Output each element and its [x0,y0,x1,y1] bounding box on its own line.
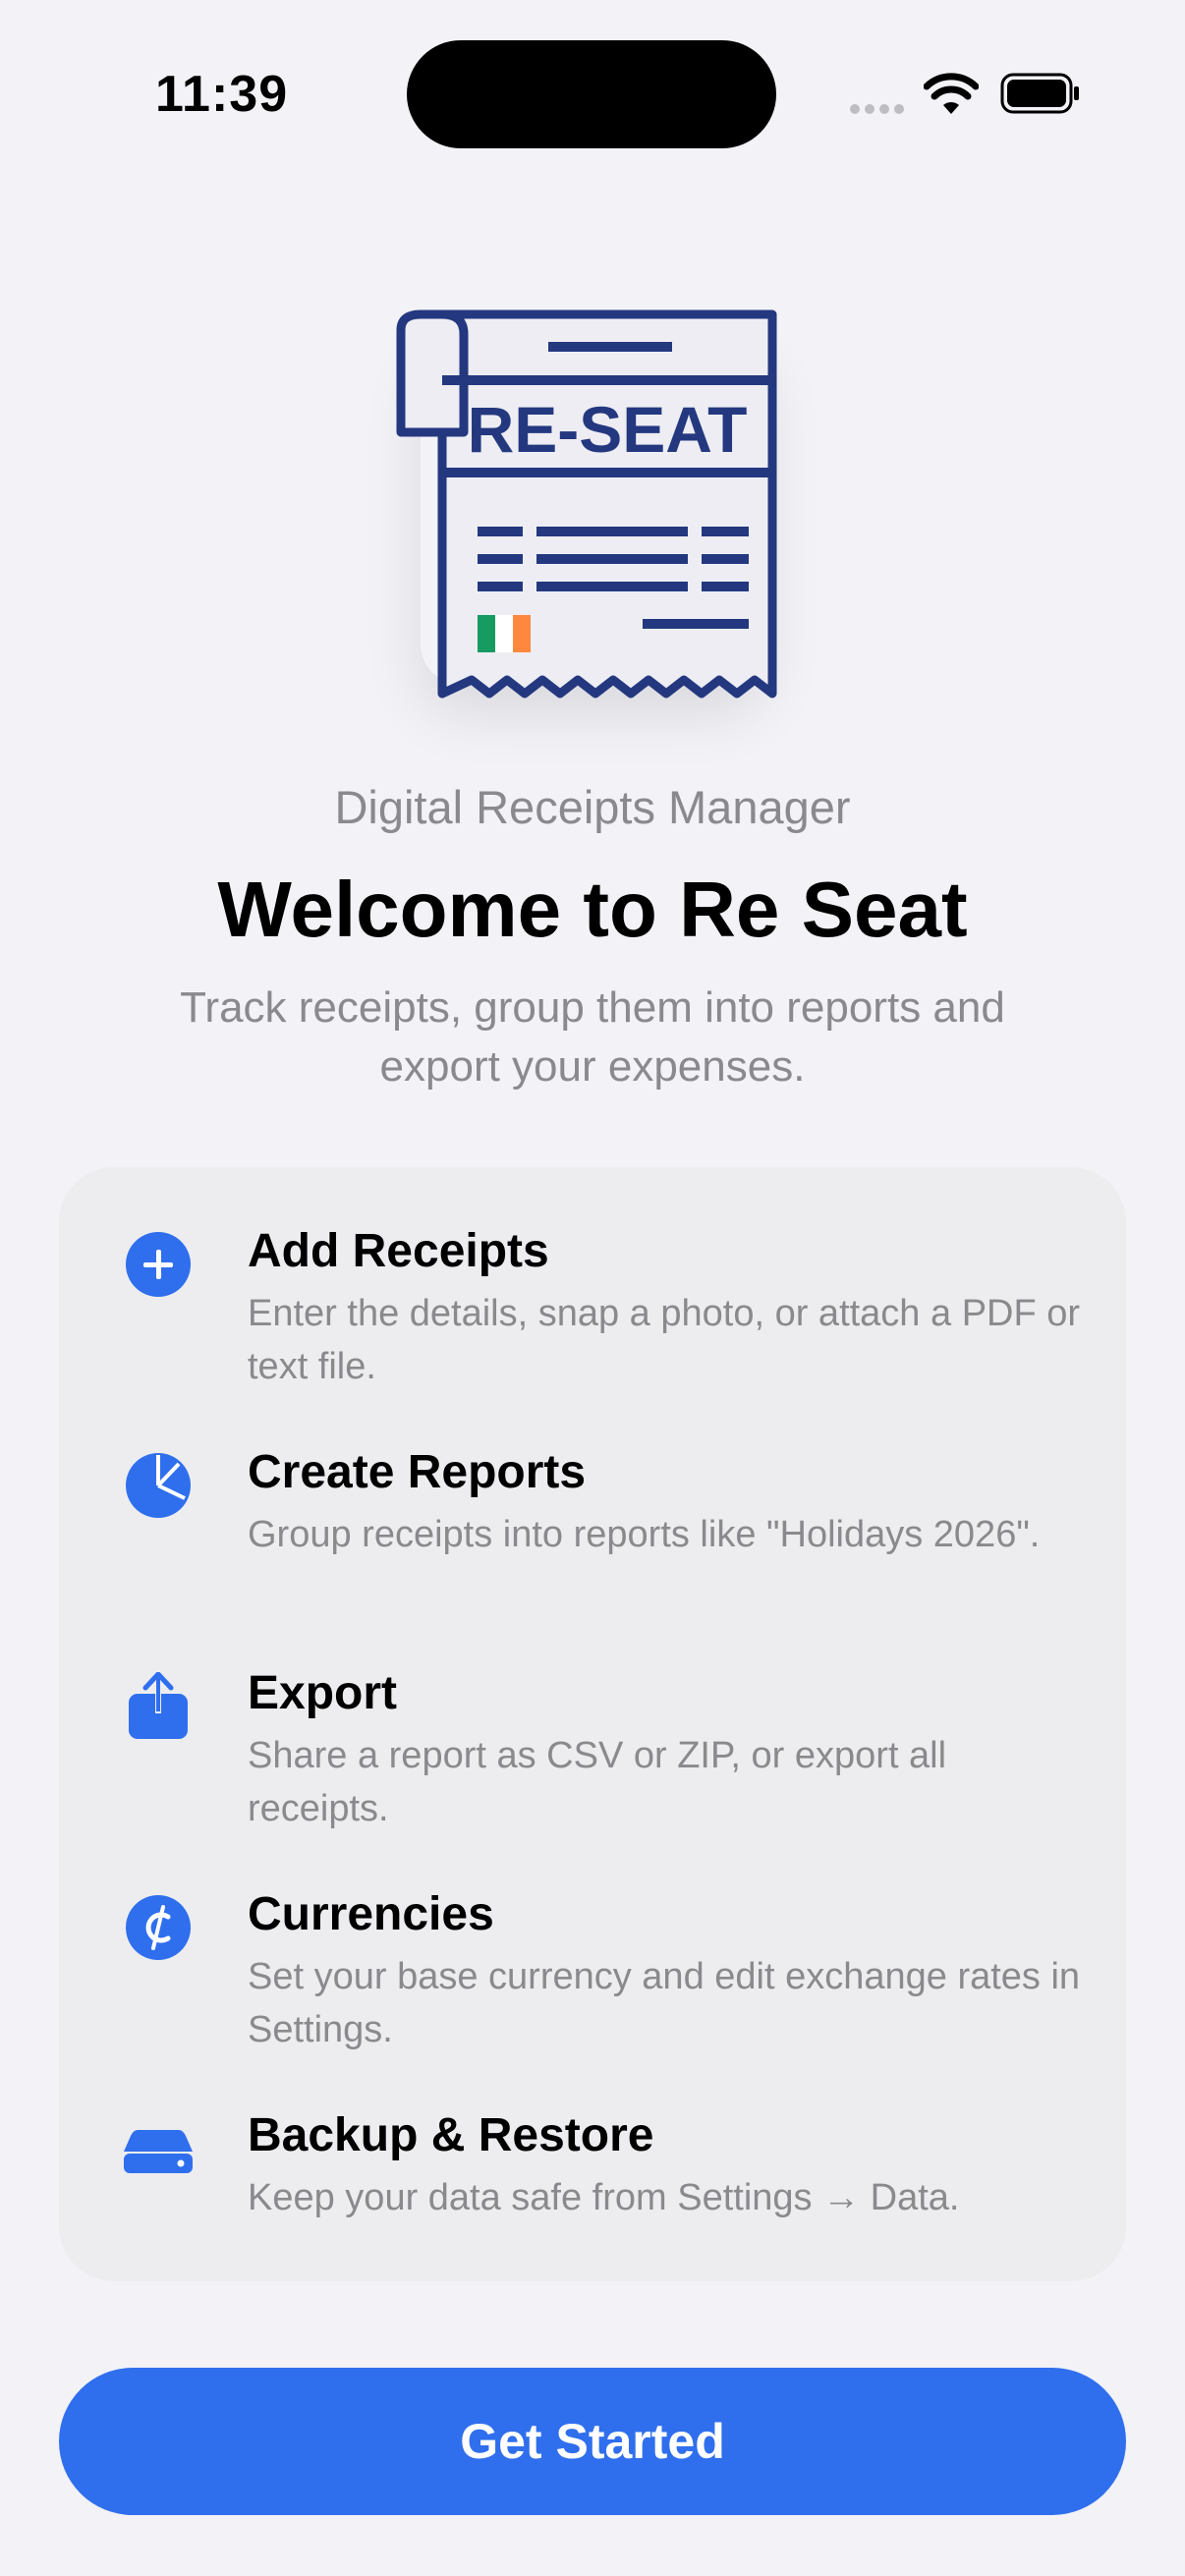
feature-description: Set your base currency and edit exchange… [248,1956,1081,2050]
feature-description: Share a report as CSV or ZIP, or export … [248,1735,947,1829]
cellular-signal-icon [850,104,904,114]
dynamic-island [407,40,776,148]
get-started-button[interactable]: Get Started [59,2368,1126,2515]
logo-text: RE-SEAT [468,393,748,466]
drive-icon [124,2130,193,2173]
battery-icon [1000,73,1079,114]
app-logo: RE-SEAT [381,291,804,713]
share-icon [129,1672,188,1739]
feature-description: Enter the details, snap a photo, or atta… [248,1293,1081,1387]
page-description: Track receipts, group them into reports … [180,983,1005,1091]
feature-description: Keep your data safe from Settings → Data… [248,2177,960,2218]
status-time: 11:39 [155,66,289,123]
app-subtitle: Digital Receipts Manager [334,781,851,833]
feature-title: Create Reports [248,1446,587,1498]
page-title: Welcome to Re Seat [217,866,968,953]
pie-chart-icon [126,1453,191,1518]
wifi-icon [924,73,979,114]
feature-description: Group receipts into reports like "Holida… [248,1514,1041,1555]
feature-title: Currencies [248,1888,494,1940]
feature-title: Add Receipts [248,1225,549,1277]
feature-title: Backup & Restore [248,2109,654,2161]
feature-title: Export [248,1667,398,1719]
currency-icon [126,1895,191,1960]
plus-circle-icon [126,1232,191,1297]
features-card: Add Receipts Enter the details, snap a p… [59,1167,1126,2281]
status-bar: 11:39 [0,0,1185,196]
